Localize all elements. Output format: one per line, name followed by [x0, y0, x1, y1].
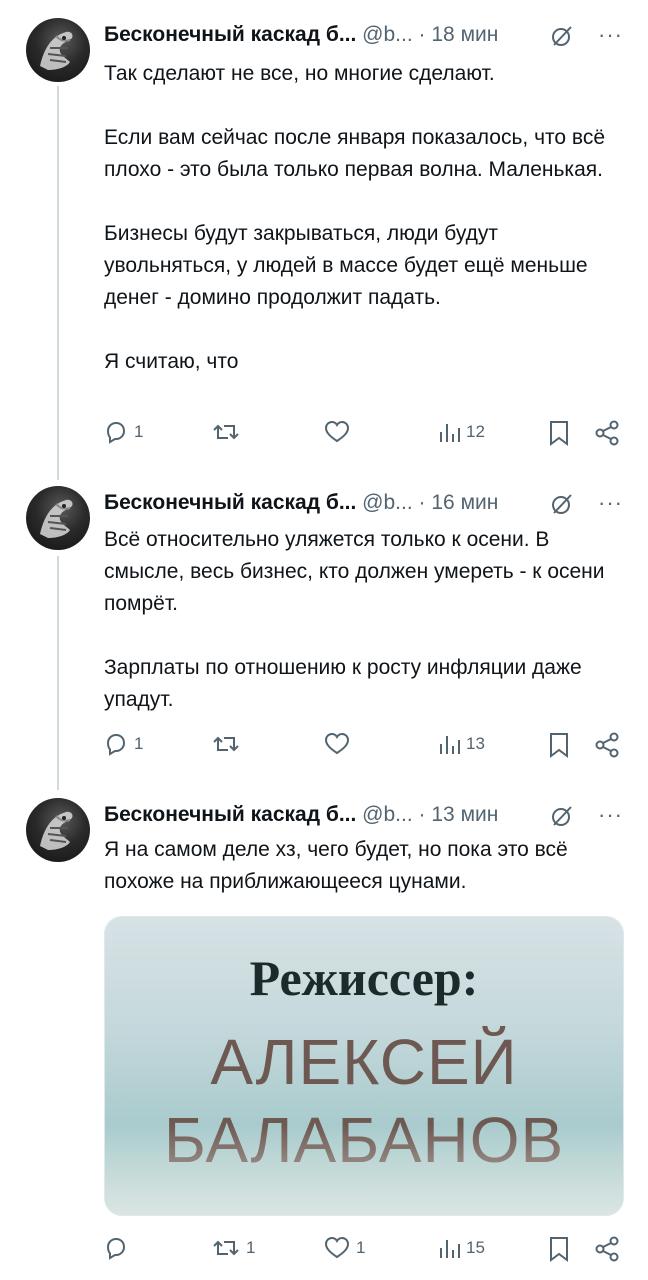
- avatar-image: [40, 811, 73, 850]
- tweet[interactable]: Бесконечный каскад б... @b... · 13 мин ·…: [0, 798, 648, 1278]
- timestamp[interactable]: 18 мин: [431, 23, 498, 46]
- views-icon: [440, 1240, 460, 1258]
- like-button[interactable]: 1: [324, 1236, 365, 1260]
- like-count: 1: [356, 1238, 366, 1257]
- bookmark-icon: [550, 421, 568, 446]
- grok-icon[interactable]: [550, 24, 574, 57]
- repost-count: 1: [246, 1238, 256, 1257]
- reply-icon: [106, 421, 126, 444]
- tweet-actions: 1 12: [104, 420, 624, 450]
- repost-icon: [213, 1240, 239, 1256]
- bookmark-button[interactable]: [548, 732, 570, 758]
- tweet-media-image[interactable]: Режиссер: АЛЕКСЕЙ БАЛАБАНОВ: [104, 916, 624, 1216]
- media-haze: [105, 1125, 623, 1215]
- tweet-text: Я на самом деле хз, чего будет, но пока …: [104, 834, 629, 898]
- media-caption-line: АЛЕКСЕЙ: [210, 1026, 518, 1098]
- repost-button[interactable]: 1: [212, 1236, 255, 1260]
- tweet-paragraph: Так сделают не все, но многие сделают.: [104, 62, 495, 85]
- tweet-actions: 1 1 15: [104, 1236, 624, 1266]
- tweet[interactable]: Бесконечный каскад б... @b... · 18 мин ·…: [0, 18, 648, 458]
- more-icon[interactable]: ···: [598, 488, 623, 518]
- separator-dot: ·: [418, 23, 426, 46]
- tweet-header: Бесконечный каскад б... @b... · 13 мин ·…: [104, 800, 634, 830]
- avatar[interactable]: [26, 798, 90, 862]
- avatar[interactable]: [26, 486, 90, 550]
- author-handle[interactable]: @b...: [362, 491, 413, 514]
- grok-icon[interactable]: [550, 492, 574, 525]
- more-icon[interactable]: ···: [598, 20, 623, 50]
- tweet[interactable]: Бесконечный каскад б... @b... · 16 мин ·…: [0, 486, 648, 786]
- reply-count: 1: [134, 422, 144, 441]
- views-icon: [440, 424, 460, 442]
- repost-icon: [213, 424, 239, 440]
- views-button[interactable]: 13: [438, 732, 485, 756]
- timestamp[interactable]: 16 мин: [431, 491, 498, 514]
- bookmark-icon: [550, 733, 568, 758]
- reply-icon: [106, 1237, 126, 1260]
- share-button[interactable]: [594, 1236, 620, 1262]
- repost-button[interactable]: [212, 420, 246, 444]
- share-button[interactable]: [594, 420, 620, 446]
- share-button[interactable]: [594, 732, 620, 758]
- tweet-header: Бесконечный каскад б... @b... · 16 мин ·…: [104, 488, 634, 518]
- repost-icon: [213, 736, 239, 752]
- separator-dot: ·: [418, 491, 426, 514]
- tweet-paragraph: Если вам сейчас после января показалось,…: [104, 126, 606, 181]
- author-name[interactable]: Бесконечный каскад б...: [104, 20, 356, 50]
- heart-icon: [324, 732, 350, 755]
- reply-icon: [106, 733, 126, 756]
- share-icon: [595, 1236, 619, 1262]
- tweet-paragraph: Бизнесы будут закрываться, люди будут ув…: [104, 222, 588, 309]
- share-icon: [595, 420, 619, 446]
- views-count: 13: [466, 734, 485, 753]
- tweet-paragraph: Зарплаты по отношению к росту инфляции д…: [104, 656, 582, 711]
- media-caption-line: Режиссер:: [249, 950, 479, 1006]
- views-icon: [440, 736, 460, 754]
- bookmark-button[interactable]: [548, 1236, 570, 1262]
- heart-icon: [324, 420, 350, 443]
- avatar[interactable]: [26, 18, 90, 82]
- tweet-text: Так сделают не все, но многие сделают. Е…: [104, 58, 629, 378]
- author-name[interactable]: Бесконечный каскад б...: [104, 488, 356, 518]
- grok-icon[interactable]: [550, 804, 574, 837]
- views-count: 12: [466, 422, 485, 441]
- like-button[interactable]: [324, 420, 356, 444]
- tweet-paragraph: Всё относительно уляжется только к осени…: [104, 528, 605, 615]
- timestamp[interactable]: 13 мин: [431, 803, 498, 826]
- views-button[interactable]: 15: [438, 1236, 485, 1260]
- reply-button[interactable]: 1: [104, 420, 143, 444]
- author-handle[interactable]: @b...: [362, 803, 413, 826]
- author-handle[interactable]: @b...: [362, 23, 413, 46]
- separator-dot: ·: [418, 803, 426, 826]
- more-icon[interactable]: ···: [598, 800, 623, 830]
- repost-button[interactable]: [212, 732, 246, 756]
- tweet-text: Всё относительно уляжется только к осени…: [104, 524, 629, 716]
- tweet-header: Бесконечный каскад б... @b... · 18 мин ·…: [104, 20, 634, 50]
- avatar-image: [40, 31, 73, 71]
- tweet-paragraph: Я на самом деле хз, чего будет, но пока …: [104, 838, 568, 893]
- reply-button[interactable]: [104, 1236, 134, 1260]
- bookmark-icon: [550, 1237, 568, 1262]
- tweet-actions: 1 13: [104, 732, 624, 762]
- heart-icon: [324, 1236, 350, 1259]
- reply-count: 1: [134, 734, 144, 753]
- views-button[interactable]: 12: [438, 420, 485, 444]
- like-button[interactable]: [324, 732, 356, 756]
- reply-button[interactable]: 1: [104, 732, 143, 756]
- share-icon: [595, 732, 619, 758]
- views-count: 15: [466, 1238, 485, 1257]
- author-name[interactable]: Бесконечный каскад б...: [104, 800, 356, 830]
- avatar-image: [40, 499, 73, 538]
- bookmark-button[interactable]: [548, 420, 570, 446]
- tweet-paragraph: Я считаю, что: [104, 350, 239, 373]
